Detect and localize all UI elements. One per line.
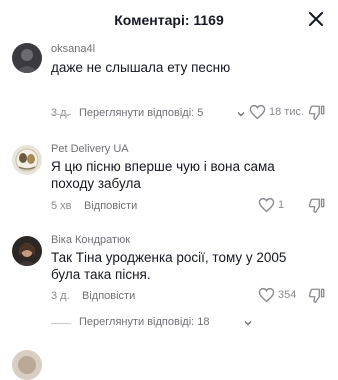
dislike-button[interactable] bbox=[308, 104, 326, 122]
chevron-down-icon bbox=[244, 321, 252, 326]
comment-timestamp: 3 д. bbox=[51, 290, 70, 302]
like-count: 18 тис. bbox=[269, 106, 305, 118]
comment-username[interactable]: oksana4l bbox=[51, 43, 95, 55]
heart-outline-icon bbox=[258, 287, 275, 303]
like-button[interactable]: 18 тис. bbox=[249, 104, 309, 122]
heart-outline-icon bbox=[258, 197, 275, 213]
like-button[interactable]: 1 bbox=[258, 197, 298, 215]
comment-username[interactable]: Віка Кондратюк bbox=[51, 234, 130, 246]
thumb-down-icon bbox=[308, 198, 325, 214]
close-button[interactable] bbox=[306, 9, 326, 29]
view-replies-label: Переглянути відповіді: 5 bbox=[79, 107, 204, 119]
comment-text: Я цю пісню вперше чую і вона сама походу… bbox=[51, 159, 275, 191]
avatar[interactable] bbox=[12, 236, 42, 266]
comment-text: Так Тіна уродженка росії, тому у 2005 бу… bbox=[51, 250, 287, 282]
thumb-down-icon bbox=[308, 105, 325, 121]
comment-item: Віка Кондратюк Так Тіна уродженка росії,… bbox=[0, 228, 338, 318]
comment-timestamp: 5 хв bbox=[51, 200, 72, 212]
like-count: 1 bbox=[278, 199, 285, 211]
avatar[interactable] bbox=[12, 43, 42, 73]
reply-button[interactable]: Відповісти bbox=[84, 200, 137, 212]
thumb-down-icon bbox=[308, 288, 325, 304]
dislike-button[interactable] bbox=[308, 287, 326, 305]
reply-button[interactable]: Відповісти bbox=[82, 290, 135, 302]
close-icon bbox=[309, 12, 323, 26]
avatar[interactable] bbox=[12, 145, 42, 175]
comment-item: Pet Delivery UA Я цю пісню вперше чую і … bbox=[0, 135, 338, 220]
avatar[interactable] bbox=[12, 350, 42, 380]
comment-username[interactable]: Pet Delivery UA bbox=[51, 143, 129, 155]
like-count: 354 bbox=[278, 289, 297, 301]
divider bbox=[51, 114, 71, 115]
chevron-down-icon bbox=[237, 112, 245, 117]
dislike-button[interactable] bbox=[308, 197, 326, 215]
comment-text: даже не слышала ету песню bbox=[51, 60, 231, 75]
view-replies-button[interactable]: Переглянути відповіді: 5 bbox=[51, 107, 251, 121]
comments-count-title: Коментарі: 1169 bbox=[114, 12, 224, 28]
divider bbox=[51, 323, 71, 324]
heart-outline-icon bbox=[249, 104, 266, 120]
view-replies-button[interactable]: Переглянути відповіді: 18 bbox=[51, 316, 261, 330]
comments-header: Коментарі: 1169 bbox=[0, 0, 338, 40]
view-replies-label: Переглянути відповіді: 18 bbox=[79, 316, 210, 328]
